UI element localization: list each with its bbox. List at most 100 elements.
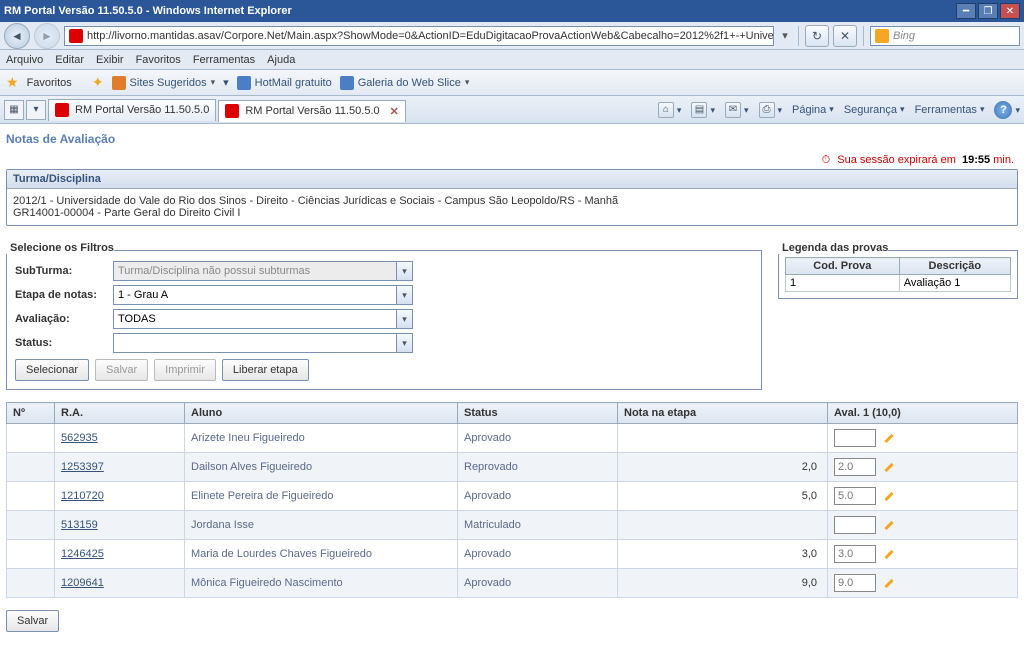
menu-exibir[interactable]: Exibir [96,54,124,66]
menu-favoritos[interactable]: Favoritos [136,54,181,66]
address-dropdown-icon[interactable]: ▾ [778,29,792,42]
cell-n [7,540,55,569]
turma-panel-header: Turma/Disciplina [7,170,1017,189]
nav-forward-button[interactable]: ► [34,23,60,49]
tools-menu[interactable]: Ferramentas [915,104,985,116]
chevron-down-icon[interactable]: ▾ [396,286,412,304]
cell-status: Aprovado [458,424,618,453]
legenda-col-cod: Cod. Prova [786,258,900,275]
cell-ra: 1253397 [55,453,185,482]
menu-ferramentas[interactable]: Ferramentas [193,54,255,66]
cell-status: Matriculado [458,511,618,540]
chevron-down-icon: ▾ [396,262,412,280]
maximize-button[interactable]: ❐ [978,3,998,19]
legenda-title: Legenda das provas [778,242,888,254]
cell-nota [618,511,828,540]
edit-icon[interactable] [882,489,896,503]
col-n: Nº [7,403,55,424]
chevron-down-icon[interactable]: ▾ [396,334,412,352]
avaliacao-select[interactable]: TODAS ▾ [113,309,413,329]
refresh-button[interactable]: ↻ [805,25,829,47]
grade-input[interactable] [834,487,876,505]
ie-icon [340,76,354,90]
avaliacao-value: TODAS [118,313,156,325]
quick-tabs-icon[interactable]: ▦ [4,100,24,120]
print-icon: ⎙ [759,102,775,118]
ra-link[interactable]: 1209641 [61,577,104,589]
cell-status: Reprovado [458,453,618,482]
browser-tab-2[interactable]: RM Portal Versão 11.50.5.0 ✕ [218,100,406,122]
quick-tabs-drop-icon[interactable]: ▾ [26,100,46,120]
chevron-down-icon[interactable]: ▾ [396,310,412,328]
grade-input[interactable] [834,574,876,592]
tab-label: RM Portal Versão 11.50.5.0 [245,105,379,117]
cell-aluno: Maria de Lourdes Chaves Figueiredo [185,540,458,569]
favorites-bar: ★ Favoritos ✦ Sites Sugeridos ▾ HotMail … [0,70,1024,96]
ra-link[interactable]: 1253397 [61,461,104,473]
address-bar[interactable]: http://livorno.mantidas.asav/Corpore.Net… [64,26,774,46]
address-url: http://livorno.mantidas.asav/Corpore.Net… [87,30,774,42]
menu-editar[interactable]: Editar [55,54,84,66]
menu-arquivo[interactable]: Arquivo [6,54,43,66]
minimize-button[interactable]: ━ [956,3,976,19]
cell-n [7,424,55,453]
col-status: Status [458,403,618,424]
home-button[interactable]: ⌂ [658,102,682,118]
page-title: Notas de Avaliação [6,128,1018,152]
tab-label: RM Portal Versão 11.50.5.0 [75,104,209,116]
edit-icon[interactable] [882,431,896,445]
liberar-etapa-button[interactable]: Liberar etapa [222,359,309,381]
edit-icon[interactable] [882,460,896,474]
cell-aluno: Mônica Figueiredo Nascimento [185,569,458,598]
grade-input[interactable] [834,429,876,447]
page-menu[interactable]: Página [792,104,834,116]
close-button[interactable]: ✕ [1000,3,1020,19]
feeds-button[interactable]: ▤ [691,102,715,118]
stop-button[interactable]: ✕ [833,25,857,47]
status-label: Status: [15,337,113,349]
cell-n [7,453,55,482]
print-button[interactable]: ⎙ [759,102,783,118]
ra-link[interactable]: 562935 [61,432,98,444]
status-select[interactable]: ▾ [113,333,413,353]
etapa-select[interactable]: 1 - Grau A ▾ [113,285,413,305]
avaliacao-label: Avaliação: [15,313,113,325]
feed-icon: ▤ [691,102,707,118]
grade-input[interactable] [834,516,876,534]
col-aval: Aval. 1 (10,0) [828,403,1018,424]
mail-icon: ✉ [725,102,741,118]
fav-sites-sugeridos[interactable]: Sites Sugeridos [112,76,216,90]
tab-favicon-icon [225,104,239,118]
etapa-label: Etapa de notas: [15,289,113,301]
grades-grid: Nº R.A. Aluno Status Nota na etapa Aval.… [6,402,1018,598]
fav-hotmail[interactable]: HotMail gratuito [237,76,332,90]
ra-link[interactable]: 1246425 [61,548,104,560]
search-box[interactable]: Bing [870,26,1020,46]
browser-tab-1[interactable]: RM Portal Versão 11.50.5.0 [48,99,216,121]
grade-input[interactable] [834,458,876,476]
edit-icon[interactable] [882,547,896,561]
edit-icon[interactable] [882,576,896,590]
col-aluno: Aluno [185,403,458,424]
cell-aval [828,453,1018,482]
security-menu[interactable]: Segurança [844,104,905,116]
selecionar-button[interactable]: Selecionar [15,359,89,381]
ra-link[interactable]: 513159 [61,519,98,531]
edit-icon[interactable] [882,518,896,532]
add-favorite-icon[interactable]: ✦ [92,74,104,91]
legenda-col-desc: Descrição [899,258,1010,275]
mail-button[interactable]: ✉ [725,102,749,118]
nav-back-button[interactable]: ◄ [4,23,30,49]
grade-input[interactable] [834,545,876,563]
cell-ra: 1246425 [55,540,185,569]
legenda-table: Cod. Prova Descrição 1 Avaliação 1 [785,257,1011,292]
cell-aval [828,540,1018,569]
tab-close-icon[interactable]: ✕ [390,105,399,118]
ra-link[interactable]: 1210720 [61,490,104,502]
help-button[interactable]: ? [994,101,1020,119]
fav-galeria[interactable]: Galeria do Web Slice [340,76,470,90]
menu-ajuda[interactable]: Ajuda [267,54,295,66]
bottom-salvar-button[interactable]: Salvar [6,610,59,632]
favorites-star-icon[interactable]: ★ [6,74,19,91]
favorites-label[interactable]: Favoritos [27,77,72,89]
